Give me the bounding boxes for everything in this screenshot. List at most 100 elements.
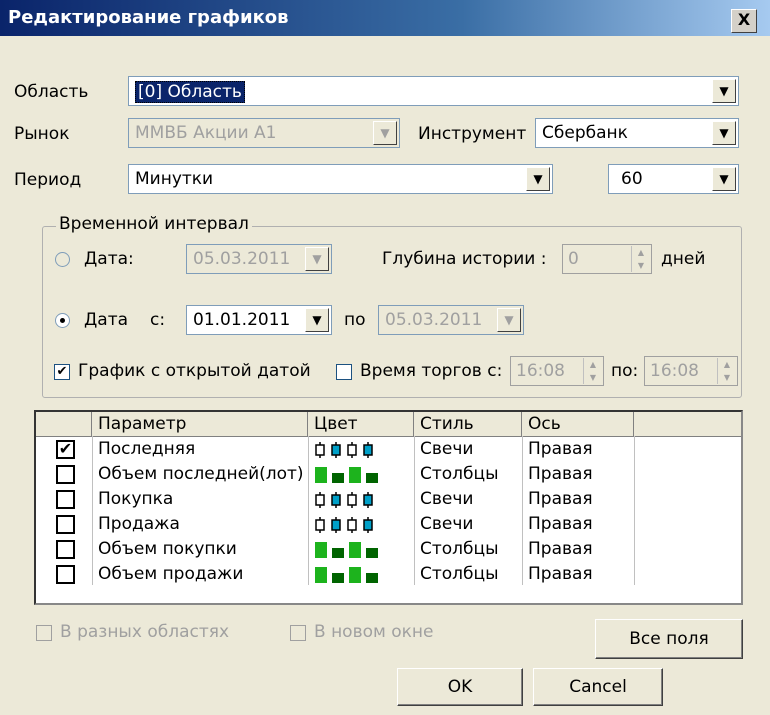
market-select: ММВБ Акции А1 ▼: [128, 118, 400, 148]
trade-to-stepper: 16:08 ▲ ▼: [644, 356, 738, 386]
candles-swatch-icon: [315, 517, 373, 533]
bars-swatch-icon: [315, 467, 378, 483]
row-checkbox[interactable]: [56, 490, 75, 509]
separate-areas-checkbox: [36, 625, 52, 641]
to-date-value: 05.03.2011: [385, 310, 483, 330]
cancel-button[interactable]: Cancel: [533, 668, 663, 706]
param-cell: Последняя: [98, 439, 196, 459]
trade-time-checkbox[interactable]: [336, 364, 352, 380]
parameters-table[interactable]: Параметр Цвет Стиль Ось ✔ Последняя Свечи П…: [34, 410, 743, 605]
color-cell[interactable]: [308, 437, 414, 462]
style-cell[interactable]: Свечи: [414, 512, 473, 537]
header-check: [36, 412, 92, 436]
axis-cell[interactable]: Правая: [522, 437, 593, 462]
to-date-picker: 05.03.2011 ▼: [378, 305, 524, 335]
style-cell[interactable]: Свечи: [414, 437, 473, 462]
param-cell: Объем последней(лот): [98, 464, 304, 484]
axis-cell[interactable]: Правая: [522, 462, 593, 487]
instrument-value: Сбербанк: [542, 123, 628, 143]
axis-cell[interactable]: Правая: [522, 487, 593, 512]
style-cell[interactable]: Свечи: [414, 487, 473, 512]
date-label: Дата:: [84, 249, 134, 269]
color-cell[interactable]: [308, 512, 414, 537]
date-radio[interactable]: [55, 252, 70, 267]
spin-buttons: ▲ ▼: [717, 358, 736, 384]
separate-areas-label: В разных областях: [60, 622, 230, 642]
table-row[interactable]: Продажа Свечи Правая: [36, 512, 636, 537]
window-title: Редактирование графиков: [8, 7, 289, 28]
period-value: Минутки: [135, 169, 214, 189]
header-param[interactable]: Параметр: [92, 412, 308, 436]
to-label: по: [344, 310, 366, 330]
param-cell: Продажа: [98, 514, 180, 534]
history-stepper: 0 ▲ ▼: [562, 244, 652, 274]
interval-value: 60: [621, 169, 643, 189]
history-value: 0: [568, 249, 579, 269]
candles-swatch-icon: [315, 442, 373, 458]
color-cell[interactable]: [308, 537, 414, 562]
spin-buttons: ▲ ▼: [631, 246, 650, 272]
chevron-down-icon[interactable]: ▼: [712, 167, 736, 191]
header-style[interactable]: Стиль: [414, 412, 522, 436]
spin-down-icon: ▼: [723, 373, 731, 382]
trade-from-stepper: 16:08 ▲ ▼: [510, 356, 604, 386]
from-date-picker[interactable]: 01.01.2011 ▼: [186, 305, 332, 335]
chevron-down-icon[interactable]: ▼: [712, 79, 736, 103]
area-select[interactable]: [0] Область ▼: [128, 76, 739, 106]
period-select[interactable]: Минутки ▼: [128, 164, 553, 194]
table-header: Параметр Цвет Стиль Ось: [36, 412, 741, 437]
candles-swatch-icon: [315, 492, 373, 508]
row-checkbox[interactable]: [56, 515, 75, 534]
row-checkbox[interactable]: [56, 465, 75, 484]
market-value: ММВБ Акции А1: [135, 123, 277, 143]
color-cell[interactable]: [308, 462, 414, 487]
trade-to-value: 16:08: [650, 361, 699, 381]
param-cell: Покупка: [98, 489, 174, 509]
spin-down-icon: ▼: [589, 373, 597, 382]
spin-down-icon: ▼: [637, 261, 645, 270]
trade-from-value: 16:08: [516, 361, 565, 381]
axis-cell[interactable]: Правая: [522, 562, 593, 587]
table-row[interactable]: Покупка Свечи Правая: [36, 487, 636, 512]
from-date-value: 01.01.2011: [193, 310, 291, 330]
table-row[interactable]: Объем покупки Столбцы Правая: [36, 537, 636, 562]
open-date-label: График с открытой датой: [78, 361, 311, 381]
close-button[interactable]: X: [731, 9, 757, 33]
color-cell[interactable]: [308, 487, 414, 512]
bars-swatch-icon: [315, 567, 378, 583]
style-cell[interactable]: Столбцы: [414, 562, 499, 587]
spin-up-icon: ▲: [637, 248, 645, 257]
area-label: Область: [14, 82, 89, 102]
trade-time-label: Время торгов с:: [360, 361, 503, 381]
axis-cell[interactable]: Правая: [522, 512, 593, 537]
period-label: Период: [14, 170, 82, 190]
all-fields-button[interactable]: Все поля: [595, 619, 743, 659]
bars-swatch-icon: [315, 542, 378, 558]
history-unit: дней: [661, 249, 706, 269]
row-checkbox[interactable]: [56, 540, 75, 559]
chevron-down-icon[interactable]: ▼: [712, 121, 736, 145]
date-range-radio[interactable]: [55, 313, 70, 328]
color-cell[interactable]: [308, 562, 414, 587]
style-cell[interactable]: Столбцы: [414, 462, 499, 487]
chevron-down-icon[interactable]: ▼: [305, 308, 329, 332]
table-row[interactable]: ✔ Последняя Свечи Правая: [36, 437, 636, 462]
open-date-checkbox[interactable]: ✔: [54, 364, 70, 380]
row-checkbox[interactable]: [56, 565, 75, 584]
interval-select[interactable]: 60 ▼: [608, 164, 739, 194]
row-checkbox[interactable]: ✔: [56, 440, 75, 459]
history-label: Глубина истории :: [382, 249, 547, 269]
spin-buttons: ▲ ▼: [583, 358, 602, 384]
header-axis[interactable]: Ось: [522, 412, 634, 436]
table-row[interactable]: Объем продажи Столбцы Правая: [36, 562, 636, 587]
chevron-down-icon: ▼: [305, 247, 329, 271]
style-cell[interactable]: Столбцы: [414, 537, 499, 562]
chevron-down-icon: ▼: [373, 121, 397, 145]
param-cell: Объем продажи: [98, 564, 244, 584]
ok-button[interactable]: OK: [397, 668, 523, 706]
axis-cell[interactable]: Правая: [522, 537, 593, 562]
header-color[interactable]: Цвет: [308, 412, 414, 436]
table-row[interactable]: Объем последней(лот) Столбцы Правая: [36, 462, 636, 487]
instrument-select[interactable]: Сбербанк ▼: [535, 118, 739, 148]
chevron-down-icon[interactable]: ▼: [526, 167, 550, 191]
